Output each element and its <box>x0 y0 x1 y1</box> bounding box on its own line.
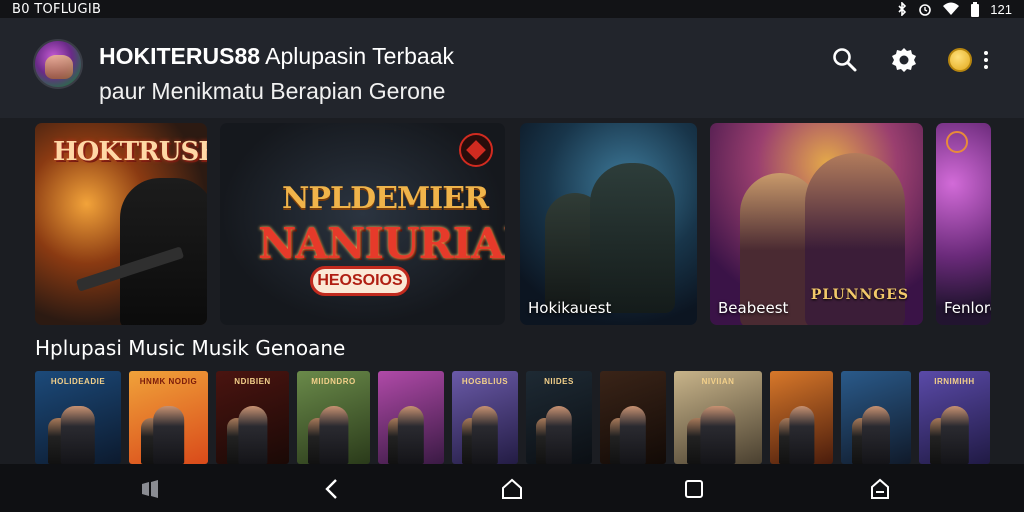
banner-cta-button[interactable]: HEOSOIOS <box>310 266 410 296</box>
music-tile-artwork <box>397 406 425 464</box>
search-icon <box>833 48 857 72</box>
banner-artwork <box>590 163 675 313</box>
banner-logo: PLUNNGES <box>810 287 909 303</box>
overview-button[interactable] <box>683 478 705 500</box>
banner-badge-icon <box>946 131 968 153</box>
music-tile-artwork <box>619 406 647 464</box>
music-tile-row[interactable]: HOLIDEADIE HNMK NODIG NDIBIEN MIIDNDRO HOGBL… <box>35 371 991 464</box>
search-button[interactable] <box>831 46 859 74</box>
banner-caption: Beabeest <box>718 299 789 317</box>
music-tile-title: HOLIDEADIE <box>50 377 106 386</box>
bluetooth-icon <box>898 2 907 16</box>
status-time: 121 <box>990 1 1012 17</box>
settings-gear-icon <box>892 48 916 72</box>
avatar[interactable] <box>33 39 83 89</box>
music-tile[interactable]: NDIBIEN <box>216 371 289 464</box>
app-title-bold: HOKITERUS88 <box>99 43 261 69</box>
alarm-icon <box>919 4 932 16</box>
music-tile-artwork <box>152 406 185 464</box>
music-tile-title: HOGBLIUS <box>461 377 509 386</box>
banner-title-top: NPLDEMIER <box>282 181 489 216</box>
more-vertical-icon <box>984 51 988 69</box>
music-tile[interactable]: HOGBLIUS <box>452 371 518 464</box>
music-tile-artwork <box>862 406 890 464</box>
coins-button[interactable] <box>946 46 974 74</box>
music-tile-title: MIIDNDRO <box>311 377 356 386</box>
app-title-rest: Aplupasin Terbaak <box>260 43 454 69</box>
featured-banner-3[interactable]: Hokikauest <box>520 123 697 325</box>
battery-icon <box>971 1 980 17</box>
music-tile-artwork <box>471 406 499 464</box>
recent-apps-button[interactable] <box>139 478 161 500</box>
banner-caption: Fenlore <box>944 299 991 317</box>
music-tile-artwork <box>60 406 96 464</box>
back-button[interactable] <box>321 478 343 500</box>
music-tile[interactable]: NIIDES <box>526 371 592 464</box>
music-tile-artwork <box>545 406 573 464</box>
back-icon <box>325 479 337 499</box>
music-tile[interactable] <box>600 371 666 464</box>
music-tile[interactable]: HNMK NODIG <box>129 371 208 464</box>
section-title: Hplupasi Music Musik Genoane <box>35 336 346 360</box>
music-tile-artwork <box>237 406 268 464</box>
music-tile[interactable] <box>378 371 444 464</box>
music-tile-title: HNMK NODIG <box>139 377 198 386</box>
music-tile[interactable] <box>770 371 833 464</box>
music-tile[interactable]: NIVIIAN <box>674 371 762 464</box>
more-options-button[interactable] <box>972 46 1000 74</box>
house-icon <box>871 478 889 499</box>
home-icon <box>502 478 522 499</box>
coin-icon <box>948 48 972 72</box>
banner-title-main: NANIURIAD <box>258 219 505 268</box>
status-bar: B0 TOFLUGIB 121 <box>0 0 1024 18</box>
featured-banner-4[interactable]: PLUNNGES Beabeest <box>710 123 923 325</box>
music-tile-artwork <box>700 406 736 464</box>
banner-title: HOKTRUSB <box>53 137 207 167</box>
featured-banner-2[interactable]: NPLDEMIER NANIURIAD HEOSOIOS <box>220 123 505 325</box>
app-header: HOKITERUS88 Aplupasin Terbaak paur Menik… <box>0 18 1024 118</box>
bottom-navigation-bar <box>0 464 1024 512</box>
wifi-icon <box>943 2 960 15</box>
music-tile-title: NDIBIEN <box>234 377 271 386</box>
app-title: HOKITERUS88 Aplupasin Terbaak <box>99 43 454 70</box>
status-icons: 121 <box>896 1 1012 17</box>
featured-banner-5[interactable]: Fenlore <box>936 123 991 325</box>
featured-banner-1[interactable]: HOKTRUSB <box>35 123 207 325</box>
music-tile-title: NIVIIAN <box>701 377 735 386</box>
status-carrier-text: B0 TOFLUGIB <box>12 1 102 17</box>
house-button[interactable] <box>869 478 891 500</box>
music-tile-artwork <box>318 406 349 464</box>
banner-caption: Hokikauest <box>528 299 612 317</box>
music-tile[interactable] <box>841 371 911 464</box>
music-tile[interactable]: HOLIDEADIE <box>35 371 121 464</box>
music-tile-title: IRNIMIHH <box>934 377 975 386</box>
overview-icon <box>685 480 703 498</box>
music-tile-title: NIIDES <box>544 377 574 386</box>
music-tile[interactable]: IRNIMIHH <box>919 371 990 464</box>
recent-apps-icon <box>142 480 158 498</box>
heart-badge-icon <box>459 133 493 167</box>
music-tile-artwork <box>788 406 815 464</box>
music-tile-artwork <box>940 406 969 464</box>
home-button[interactable] <box>501 478 523 500</box>
app-subtitle: paur Menikmatu Berapian Gerone <box>99 78 446 104</box>
settings-button[interactable] <box>890 46 918 74</box>
music-tile[interactable]: MIIDNDRO <box>297 371 370 464</box>
